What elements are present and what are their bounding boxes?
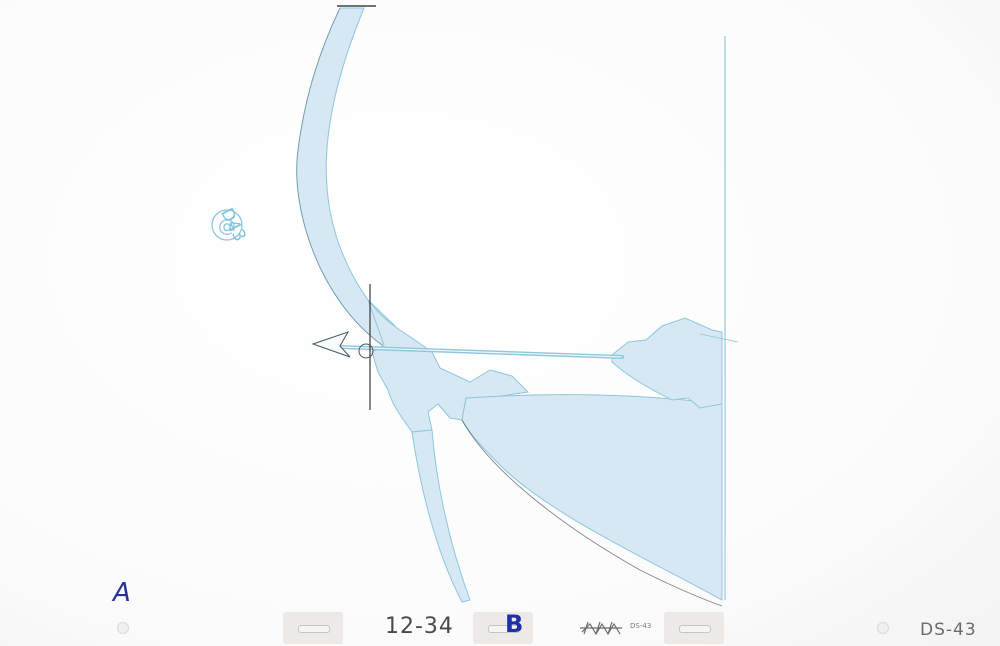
arrowhead: [311, 331, 351, 358]
peg-tab-icon-right: [664, 612, 724, 644]
bow-upper-limb: [296, 7, 396, 346]
peg-tab-icon-left: [283, 612, 343, 644]
scene-number: 12-34: [385, 614, 454, 639]
sheet-code: DS-43: [920, 620, 977, 640]
punch-hole-icon-left: [117, 622, 129, 634]
bow-drawing: @: [211, 5, 739, 636]
drawing-hand: [611, 317, 723, 409]
bow-lower-limb: [411, 429, 471, 603]
layer-label: B: [505, 610, 524, 638]
corner-label: A: [113, 578, 131, 608]
scribble-mark-icon: [580, 621, 622, 636]
cape-shape: [461, 394, 723, 601]
punch-hole-icon-right: [877, 622, 889, 634]
peg-tab-icon-center: [473, 612, 533, 644]
animation-sheet: @ A 12-34 B DS-43 DS-43 D43: [0, 0, 1000, 646]
tiny-sheet-code: DS-43: [630, 622, 652, 630]
